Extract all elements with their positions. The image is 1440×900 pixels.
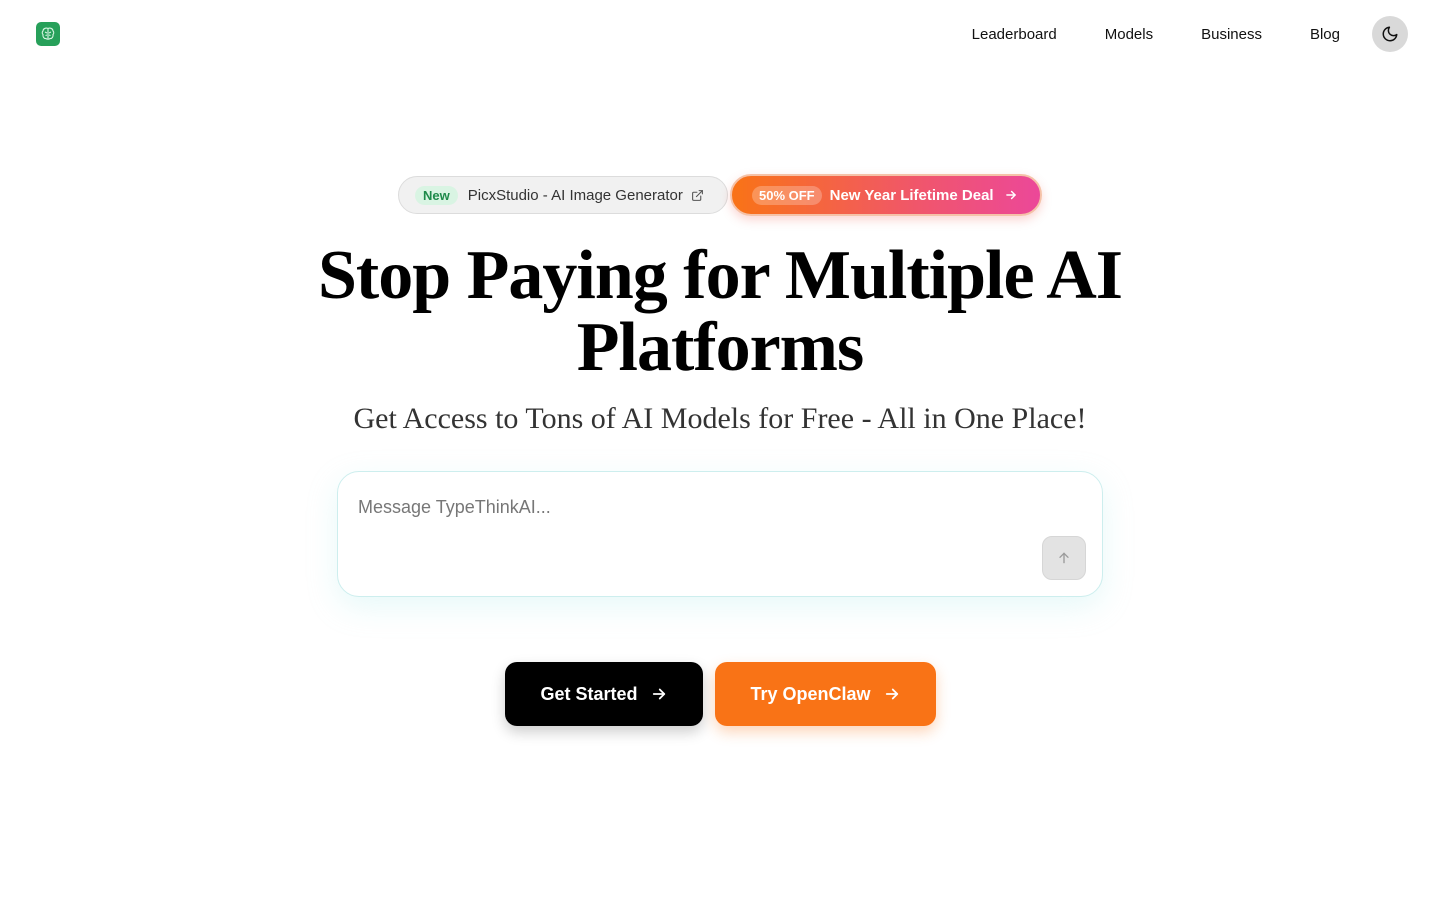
arrow-up-icon bbox=[1059, 552, 1069, 564]
logo-brain-icon[interactable] bbox=[36, 22, 60, 46]
nav-business[interactable]: Business bbox=[1201, 26, 1262, 43]
arrow-right-icon bbox=[1005, 190, 1016, 200]
get-started-label: Get Started bbox=[540, 683, 638, 704]
picxstudio-link[interactable]: New PicxStudio - AI Image Generator bbox=[398, 176, 728, 214]
picxstudio-label: PicxStudio - AI Image Generator bbox=[467, 186, 683, 204]
arrow-right-icon bbox=[885, 688, 898, 700]
moon-icon bbox=[1382, 26, 1398, 42]
message-input[interactable] bbox=[358, 492, 1038, 522]
theme-toggle-button[interactable] bbox=[1372, 16, 1408, 52]
site-header: Leaderboard Models Business Blog bbox=[0, 0, 1440, 68]
main-nav: Leaderboard Models Business Blog bbox=[924, 0, 1340, 68]
promo-row: New PicxStudio - AI Image Generator 50% … bbox=[0, 174, 1440, 216]
nav-models[interactable]: Models bbox=[1105, 26, 1153, 43]
hero-title-line-2: Platforms bbox=[576, 309, 864, 386]
external-link-icon bbox=[691, 189, 703, 201]
try-openclaw-button[interactable]: Try OpenClaw bbox=[715, 662, 936, 726]
new-year-deal-button[interactable]: 50% OFF New Year Lifetime Deal bbox=[730, 174, 1042, 216]
deal-label: New Year Lifetime Deal bbox=[829, 186, 994, 204]
hero-title-line-1: Stop Paying for Multiple AI bbox=[317, 237, 1123, 314]
discount-badge: 50% OFF bbox=[752, 185, 822, 205]
nav-blog[interactable]: Blog bbox=[1310, 26, 1340, 43]
send-button[interactable] bbox=[1042, 536, 1086, 580]
arrow-right-icon bbox=[652, 688, 665, 700]
nav-leaderboard[interactable]: Leaderboard bbox=[972, 26, 1057, 43]
new-badge: New bbox=[415, 185, 458, 205]
hero-subtitle: Get Access to Tons of AI Models for Free… bbox=[353, 402, 1087, 435]
chat-composer bbox=[337, 471, 1103, 597]
try-openclaw-label: Try OpenClaw bbox=[750, 683, 871, 704]
get-started-button[interactable]: Get Started bbox=[505, 662, 703, 726]
hero-title: Stop Paying for Multiple AI Platforms bbox=[270, 240, 1170, 384]
